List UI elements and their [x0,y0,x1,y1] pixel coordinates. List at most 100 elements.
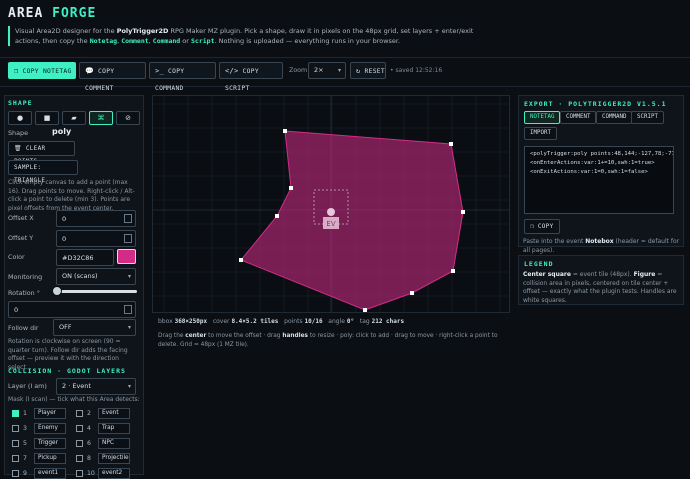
polygon-icon: ⌘ [97,114,105,122]
desc-plugin-name: PolyTrigger2D [116,27,169,35]
monitoring-label: Monitoring [8,273,43,281]
polygon-handle[interactable] [283,129,287,133]
mask-name-field[interactable]: Pickup [34,453,66,464]
mask-name-field[interactable]: Trap [98,423,130,434]
stepper-icon[interactable] [124,214,132,223]
color-hex-input[interactable]: #D32C86 [56,249,114,266]
chevron-down-icon: ▾ [127,273,131,280]
polygon-handle[interactable] [275,214,279,218]
chevron-down-icon: ▾ [337,67,341,74]
shape-value: poly [52,127,72,136]
mask-number: 6 [87,440,91,447]
clear-points-button[interactable]: 🗑 CLEAR POINTS [8,141,75,165]
mask-checkbox-9[interactable] [12,470,19,477]
mask-name-field[interactable]: Event [98,408,130,419]
desc-keyword-command: Command [152,37,181,45]
mask-checkbox-2[interactable] [76,410,83,417]
polygon-handle[interactable] [289,186,293,190]
mask-checkbox-3[interactable] [12,425,19,432]
points-value: 10/16 [304,318,323,325]
copy-script-button[interactable]: </> COPY SCRIPT [219,62,283,92]
desc-keyword-comment: Comment [121,37,149,45]
mask-name-field[interactable]: event2 [98,468,130,479]
rotation-input[interactable]: 0 [8,301,136,318]
polygon-handle[interactable] [363,308,367,312]
collision-polygon[interactable] [240,130,464,311]
mask-checkbox-8[interactable] [76,455,83,462]
hint-bold: center [185,333,207,339]
mask-checkbox-10[interactable] [76,470,83,477]
color-hex-value: #D32C86 [62,254,94,262]
zoom-select[interactable]: 2× ▾ [308,62,346,79]
mask-name-field[interactable]: Projectile [98,453,130,464]
area-canvas[interactable]: EV [152,95,510,313]
desc-text: Visual Area2D designer for the [15,27,117,35]
export-copy-button[interactable]: ❐ COPY [524,219,560,234]
rotation-slider-track[interactable] [54,290,137,293]
shape-poly-button[interactable]: ⌘ [89,111,113,125]
polygon-handle[interactable] [461,210,465,214]
capsule-icon: ▰ [71,114,77,122]
tab-comment[interactable]: COMMENT [560,111,597,124]
legend-span: = event tile (48px). [570,271,634,278]
offset-y-value: 0 [62,235,67,243]
monitoring-select[interactable]: ON (scans) ▾ [56,268,136,285]
shape-circle-button[interactable]: ● [8,111,32,125]
layer-select[interactable]: 2 · Event ▾ [56,378,136,395]
app-title: AREA FORGE [8,6,96,21]
polygon-handle[interactable] [239,258,243,262]
reset-button[interactable]: ↻ RESET [350,62,386,79]
offset-x-input[interactable]: 0 [56,210,136,227]
legend-heading: LEGEND [524,260,554,268]
copy-comment-button[interactable]: 💬 COPY COMMENT [79,62,146,92]
color-swatch[interactable] [117,249,136,264]
tag-value: 212 chars [371,318,405,325]
stepper-icon[interactable] [124,234,132,243]
mask-checkbox-1[interactable] [12,410,19,417]
canvas-hint: Drag the center to move the offset · dra… [158,332,508,349]
toolbar: ❐ COPY NOTETAG 💬 COPY COMMENT >_ COPY COMMA… [0,57,690,92]
mask-checkbox-6[interactable] [76,440,83,447]
shape-stats: bbox 368×250px cover 8.4×5.2 tiles point… [158,318,404,325]
follow-dir-select[interactable]: OFF ▾ [53,319,136,336]
tab-import[interactable]: IMPORT [524,127,557,140]
copy-notetag-button[interactable]: ❐ COPY NOTETAG [8,62,76,79]
tag-label: tag [359,318,370,325]
angle-label: angle [328,318,345,325]
offset-y-label: Offset Y [8,234,34,242]
offset-y-input[interactable]: 0 [56,230,136,247]
mask-name-field[interactable]: NPC [98,438,130,449]
shape-capsule-button[interactable]: ▰ [62,111,86,125]
mask-name-field[interactable]: Enemy [34,423,66,434]
sample-triangle-button[interactable]: SAMPLE: TRIANGLE [8,160,78,184]
tab-script[interactable]: SCRIPT [631,111,664,124]
mask-checkbox-4[interactable] [76,425,83,432]
export-code[interactable]: <polyTrigger:poly points:48,144;-127,78;… [524,146,674,214]
event-label: EV [326,220,335,228]
canvas-drawing[interactable]: EV [153,96,509,312]
code-icon: </> [225,67,239,75]
tab-command[interactable]: COMMAND [596,111,633,124]
tab-notetag[interactable]: NOTETAG [524,111,561,124]
collision-heading: COLLISION · GODOT LAYERS [8,367,126,375]
polygon-handle[interactable] [451,269,455,273]
bbox-label: bbox [158,318,173,325]
stepper-icon[interactable] [124,305,132,314]
copy-command-button[interactable]: >_ COPY COMMAND [149,62,216,92]
saved-status: • saved 12:52:16 [390,67,443,74]
app-description: Visual Area2D designer for the PolyTrigg… [8,26,495,46]
chevron-down-icon: ▾ [127,324,131,331]
mask-name-field[interactable]: Trigger [34,438,66,449]
mask-checkbox-5[interactable] [12,440,19,447]
mask-name-field[interactable]: Player [34,408,66,419]
layer-value: 2 · Event [62,382,91,390]
rotation-value: 0 [14,306,19,314]
rotation-slider-thumb[interactable] [52,286,62,296]
mask-checkbox-7[interactable] [12,455,19,462]
polygon-handle[interactable] [410,291,414,295]
shape-none-button[interactable]: ⊘ [116,111,140,125]
polygon-handle[interactable] [449,142,453,146]
shape-rect-button[interactable]: ■ [35,111,59,125]
header: AREA FORGE Visual Area2D designer for th… [0,0,690,56]
mask-name-field[interactable]: event1 [34,468,66,479]
